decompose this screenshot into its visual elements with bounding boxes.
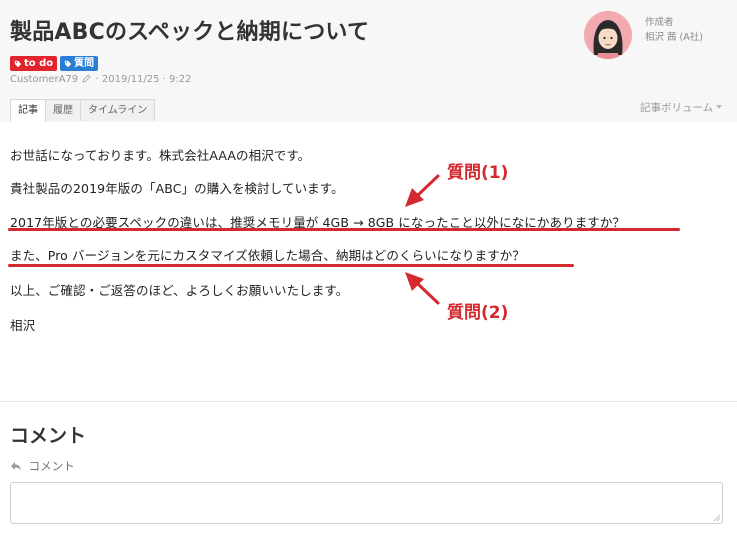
pencil-icon bbox=[82, 74, 92, 83]
annotation-label-question-2: 質問(2) bbox=[447, 303, 509, 323]
avatar[interactable] bbox=[584, 11, 632, 59]
section-divider bbox=[0, 401, 737, 402]
tag-icon bbox=[64, 60, 72, 67]
caret-down-icon bbox=[716, 105, 723, 109]
arrow-up-right-icon bbox=[405, 174, 440, 207]
tag-icon bbox=[14, 60, 22, 67]
page-title: 製品ABCのスペックと納期について bbox=[10, 20, 370, 45]
author-name[interactable]: 相沢 茜 (A社) bbox=[645, 29, 703, 43]
article-meta: CustomerA79 · 2019/11/25 · 9:22 bbox=[10, 74, 192, 85]
article-header: 製品ABCのスペックと納期について to do 質問 CustomerA79 ·… bbox=[0, 0, 737, 122]
comment-reply-link[interactable]: コメント bbox=[10, 458, 75, 474]
author-label: 作成者 bbox=[645, 17, 674, 28]
article-tabs: 記事 履歴 タイムライン bbox=[10, 99, 156, 122]
tab-article[interactable]: 記事 bbox=[10, 99, 46, 122]
body-paragraph-intro: 貴社製品の2019年版の「ABC」の購入を検討しています。 bbox=[10, 181, 344, 196]
avatar-illustration-icon bbox=[584, 11, 632, 59]
annotation-label-question-1: 質問(1) bbox=[447, 163, 509, 183]
body-paragraph-greeting: お世話になっております。株式会社AAAの相沢です。 bbox=[10, 148, 311, 163]
body-paragraph-signature: 相沢 bbox=[10, 318, 36, 333]
tag-question[interactable]: 質問 bbox=[60, 56, 99, 71]
tag-todo[interactable]: to do bbox=[10, 56, 58, 71]
article-volume-dropdown[interactable]: 記事ボリューム bbox=[640, 100, 723, 115]
tag-label: to do bbox=[24, 58, 54, 69]
comments-heading: コメント bbox=[10, 425, 87, 447]
tag-list: to do 質問 bbox=[10, 56, 99, 71]
tab-timeline[interactable]: タイムライン bbox=[80, 99, 156, 121]
article-volume-label: 記事ボリューム bbox=[640, 102, 714, 114]
body-paragraph-closing: 以上、ご確認・ご返答のほど、よろしくお願いいたします。 bbox=[10, 283, 349, 298]
author-id-link[interactable]: CustomerA79 bbox=[10, 74, 78, 85]
comment-input[interactable] bbox=[10, 482, 723, 524]
posted-datetime: · 2019/11/25 · 9:22 bbox=[95, 74, 192, 85]
reply-icon bbox=[11, 462, 21, 471]
tag-label: 質問 bbox=[74, 58, 95, 69]
annotation-underline-2 bbox=[8, 264, 574, 267]
resize-handle-icon[interactable] bbox=[713, 514, 721, 522]
tab-history[interactable]: 履歴 bbox=[45, 99, 81, 121]
body-paragraph-question-2: また、Pro バージョンを元にカスタマイズ依頼した場合、納期はどのくらいになりま… bbox=[10, 248, 525, 263]
arrow-down-right-icon bbox=[405, 272, 440, 305]
annotation-underline-1 bbox=[8, 228, 680, 231]
comment-reply-label: コメント bbox=[28, 459, 75, 473]
